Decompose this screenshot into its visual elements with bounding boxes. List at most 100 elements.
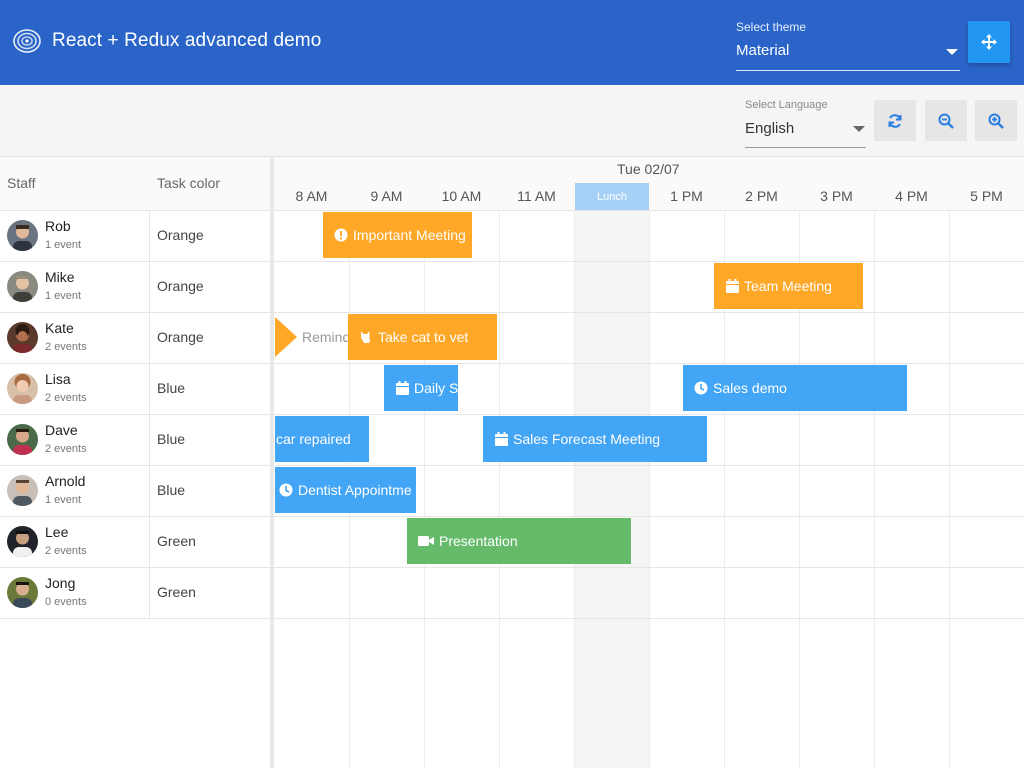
language-label: Select Language [745,99,828,111]
date-label: Tue 02/07 [617,161,680,177]
staff-row[interactable]: Rob 1 event Orange [0,211,1024,262]
task-color: Green [157,533,196,549]
event-label: Presentation [439,533,518,549]
event-count: 1 event [45,239,82,251]
event-count: 2 events [45,341,87,353]
cell-divider [149,568,150,619]
avatar [7,577,38,608]
task-color-column-header[interactable]: Task color [157,175,220,191]
staff-row[interactable]: Kate 2 events Orange [0,313,1024,364]
move-arrows-icon [981,34,997,50]
zoom-out-button[interactable] [925,100,967,141]
staff-name: Rob [45,218,71,234]
clock-icon [279,483,293,497]
event-car-repaired[interactable]: car repaired [275,416,369,462]
avatar [7,322,38,353]
task-color: Orange [157,227,204,243]
theme-select[interactable]: Material [736,40,960,71]
event-count: 2 events [45,443,87,455]
task-color: Orange [157,329,204,345]
staff-name: Jong [45,575,76,591]
zoom-out-icon [938,113,954,129]
event-important-meeting[interactable]: Important Meeting [323,212,472,258]
hour-8am: 8 AM [295,188,328,204]
staff-name: Arnold [45,473,86,489]
move-button[interactable] [968,21,1010,63]
staff-name: Mike [45,269,75,285]
avatar [7,424,38,455]
event-dentist-appointment[interactable]: Dentist Appointme [275,467,416,513]
event-label: car repaired [276,431,351,447]
cell-divider [149,415,150,466]
zoom-in-button[interactable] [975,100,1017,141]
event-sales-demo[interactable]: Sales demo [683,365,907,411]
hour-11am: 11 AM [517,188,556,204]
task-color: Blue [157,482,186,498]
video-icon [418,534,434,548]
avatar [7,220,38,251]
language-select[interactable]: English [745,117,866,148]
avatar [7,271,38,302]
app-header: React + Redux advanced demo Select theme… [0,0,1024,85]
hour-4pm: 4 PM [895,188,928,204]
calendar-icon [725,279,739,293]
calendar-icon [395,381,409,395]
reminder-flag-icon[interactable] [275,317,297,357]
staff-name: Lisa [45,371,71,387]
avatar [7,475,38,506]
event-daily-standup[interactable]: Daily S [384,365,458,411]
reminder-label[interactable]: Remind [302,329,350,345]
avatar [7,373,38,404]
event-label: Dentist Appointme [298,482,412,498]
event-count: 2 events [45,392,87,404]
staff-name: Dave [45,422,78,438]
cell-divider [149,466,150,517]
task-color: Orange [157,278,204,294]
cell-divider [149,262,150,313]
event-count: 0 events [45,596,87,608]
chevron-down-icon [946,49,958,55]
refresh-button[interactable] [874,100,916,141]
hour-1pm: 1 PM [670,188,703,204]
event-take-cat-to-vet[interactable]: Take cat to vet [348,314,497,360]
hour-9am: 9 AM [370,188,403,204]
task-color: Green [157,584,196,600]
staff-name: Lee [45,524,69,540]
hour-3pm: 3 PM [820,188,853,204]
task-color: Blue [157,380,186,396]
cell-divider [149,364,150,415]
event-presentation[interactable]: Presentation [407,518,631,564]
app-logo-icon [13,29,41,53]
event-label: Team Meeting [744,278,832,294]
event-label: Important Meeting [353,227,466,243]
event-team-meeting[interactable]: Team Meeting [714,263,863,309]
toolbar: Select Language English [0,85,1024,157]
lunch-header: Lunch [575,183,649,210]
event-count: 1 event [45,494,82,506]
staff-row[interactable]: Arnold 1 event Blue [0,466,1024,517]
staff-column-header[interactable]: Staff [7,175,36,191]
calendar-icon [494,432,508,446]
event-count: 1 event [45,290,82,302]
refresh-icon [888,113,902,128]
time-axis-header: Tue 02/07 8 AM 9 AM 10 AM 11 AM Lunch 1 … [274,157,1024,211]
cell-divider [149,313,150,364]
event-sales-forecast-meeting[interactable]: Sales Forecast Meeting [483,416,707,462]
chevron-down-icon [853,126,865,132]
cat-icon [359,330,373,344]
task-color: Blue [157,431,186,447]
event-label: Sales demo [713,380,787,396]
clock-icon [694,381,708,395]
hour-10am: 10 AM [441,188,482,204]
staff-row[interactable]: Jong 0 events Green [0,568,1024,619]
app-title: React + Redux advanced demo [52,30,322,51]
event-count: 2 events [45,545,87,557]
language-value: English [745,120,795,137]
grid-header: Staff Task color Tue 02/07 8 AM 9 AM 10 … [0,157,1024,211]
theme-value: Material [736,42,790,59]
staff-name: Kate [45,320,74,336]
staff-row[interactable]: Mike 1 event Orange [0,262,1024,313]
cell-divider [149,517,150,568]
cell-divider [149,211,150,262]
avatar [7,526,38,557]
